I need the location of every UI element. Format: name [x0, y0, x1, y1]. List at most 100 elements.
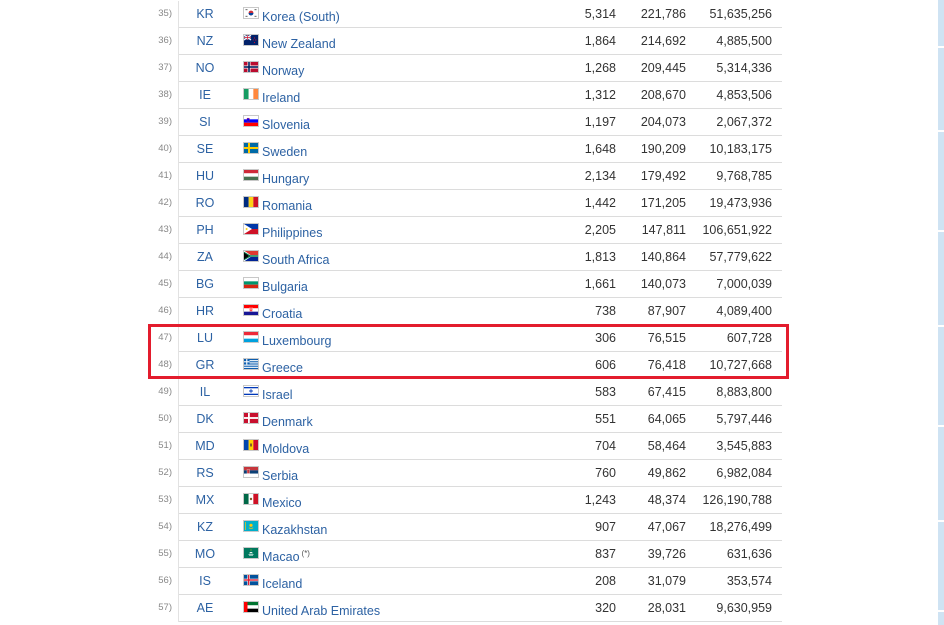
- country-name-link[interactable]: Moldova: [262, 433, 311, 459]
- table-row: 41) HU Hungary 2,134 179,492 9,768,785: [0, 163, 944, 190]
- country-code-link[interactable]: NO: [180, 55, 230, 81]
- column-divider: [178, 541, 179, 568]
- value-col-3: 106,651,922: [702, 223, 772, 237]
- country-name-link[interactable]: Denmark: [262, 406, 315, 432]
- column-divider: [178, 487, 179, 514]
- rank-label: 47): [158, 332, 172, 343]
- country-code-link[interactable]: SE: [180, 136, 230, 162]
- country-code-link[interactable]: HR: [180, 298, 230, 324]
- country-code-link[interactable]: IE: [180, 82, 230, 108]
- country-name-link[interactable]: Iceland: [262, 568, 304, 594]
- country-code-link[interactable]: MD: [180, 433, 230, 459]
- value-col-3: 2,067,372: [716, 115, 772, 129]
- country-name-link[interactable]: Ireland: [262, 82, 302, 108]
- column-divider: [178, 28, 179, 55]
- rank-label: 40): [158, 143, 172, 154]
- value-col-1: 1,813: [584, 250, 616, 264]
- value-col-1: 1,312: [584, 88, 616, 102]
- table-row: 40) SE Sweden 1,648 190,209 10,183,175: [0, 136, 944, 163]
- column-divider: [178, 109, 179, 136]
- country-name-link[interactable]: Israel: [262, 379, 295, 405]
- value-col-2: 31,079: [647, 574, 686, 588]
- rank-label: 53): [158, 494, 172, 505]
- value-col-3: 51,635,256: [709, 7, 772, 21]
- country-name-link[interactable]: Slovenia: [262, 109, 312, 135]
- country-code-link[interactable]: MO: [180, 541, 230, 567]
- table-row: 43) PH Philippines 2,205 147,811 106,651,922: [0, 217, 944, 244]
- country-name-link[interactable]: Hungary: [262, 163, 311, 189]
- mx-flag-icon: [243, 493, 259, 505]
- country-code-link[interactable]: RS: [180, 460, 230, 486]
- value-col-2: 47,067: [647, 520, 686, 534]
- column-divider: [178, 406, 179, 433]
- value-col-2: 214,692: [640, 34, 686, 48]
- country-code-link[interactable]: ZA: [180, 244, 230, 270]
- country-code-link[interactable]: IS: [180, 568, 230, 594]
- country-name-link[interactable]: South Africa: [262, 244, 331, 270]
- scroll-bar-notch: [938, 610, 944, 612]
- country-code-link[interactable]: KZ: [180, 514, 230, 540]
- country-code-link[interactable]: GR: [180, 352, 230, 378]
- country-name-link[interactable]: New Zealand: [262, 28, 338, 54]
- table-row: 35) KR Korea (South) 5,314 221,786 51,635,256: [0, 1, 944, 28]
- table-row: 53) MX Mexico 1,243 48,374 126,190,788: [0, 487, 944, 514]
- value-col-1: 704: [595, 439, 616, 453]
- value-col-1: 2,205: [584, 223, 616, 237]
- country-name-link[interactable]: Romania: [262, 190, 314, 216]
- value-col-3: 57,779,622: [709, 250, 772, 264]
- country-name-link[interactable]: Mexico: [262, 487, 304, 513]
- country-name-link[interactable]: Bulgaria: [262, 271, 310, 297]
- country-name-link[interactable]: Norway: [262, 55, 306, 81]
- column-divider: [178, 433, 179, 460]
- table-row: 38) IE Ireland 1,312 208,670 4,853,506: [0, 82, 944, 109]
- rank-label: 44): [158, 251, 172, 262]
- country-code-link[interactable]: NZ: [180, 28, 230, 54]
- value-col-2: 64,065: [647, 412, 686, 426]
- value-col-1: 1,864: [584, 34, 616, 48]
- value-col-3: 353,574: [726, 574, 772, 588]
- scroll-bar-notch: [938, 230, 944, 232]
- country-code-link[interactable]: HU: [180, 163, 230, 189]
- country-code-link[interactable]: BG: [180, 271, 230, 297]
- country-name-link[interactable]: Philippines: [262, 217, 324, 243]
- kr-flag-icon: [243, 7, 259, 19]
- hu-flag-icon: [243, 169, 259, 181]
- side-scroll-bar[interactable]: [938, 0, 944, 625]
- country-code-link[interactable]: KR: [180, 1, 230, 27]
- country-code-link[interactable]: DK: [180, 406, 230, 432]
- value-col-1: 738: [595, 304, 616, 318]
- value-col-3: 7,000,039: [716, 277, 772, 291]
- table-row: 55) MO Macao (*) 837 39,726 631,636: [0, 541, 944, 568]
- table-row: 39) SI Slovenia 1,197 204,073 2,067,372: [0, 109, 944, 136]
- country-code-link[interactable]: LU: [180, 325, 230, 351]
- table-row: 57) AE United Arab Emirates 320 28,031 9,630,…: [0, 595, 944, 622]
- country-name-link[interactable]: Serbia: [262, 460, 300, 486]
- row-separator: [178, 621, 782, 622]
- value-col-1: 2,134: [584, 169, 616, 183]
- country-name-link[interactable]: Greece: [262, 352, 305, 378]
- country-code-link[interactable]: RO: [180, 190, 230, 216]
- country-code-link[interactable]: MX: [180, 487, 230, 513]
- country-code-link[interactable]: AE: [180, 595, 230, 621]
- country-code-link[interactable]: SI: [180, 109, 230, 135]
- country-name-link[interactable]: Croatia: [262, 298, 304, 324]
- country-name-link[interactable]: Macao (*): [262, 541, 310, 567]
- value-col-2: 49,862: [647, 466, 686, 480]
- value-col-1: 1,197: [584, 115, 616, 129]
- country-name-link[interactable]: Luxembourg: [262, 325, 334, 351]
- table-row: 42) RO Romania 1,442 171,205 19,473,936: [0, 190, 944, 217]
- country-name-link[interactable]: United Arab Emirates: [262, 595, 382, 621]
- dk-flag-icon: [243, 412, 259, 424]
- country-code-link[interactable]: PH: [180, 217, 230, 243]
- value-col-1: 208: [595, 574, 616, 588]
- country-name-link[interactable]: Kazakhstan: [262, 514, 329, 540]
- rank-label: 48): [158, 359, 172, 370]
- table-row: 50) DK Denmark 551 64,065 5,797,446: [0, 406, 944, 433]
- country-name-link[interactable]: Korea (South): [262, 1, 342, 27]
- rank-label: 45): [158, 278, 172, 289]
- country-code-link[interactable]: IL: [180, 379, 230, 405]
- country-name-link[interactable]: Sweden: [262, 136, 309, 162]
- column-divider: [178, 298, 179, 325]
- column-divider: [178, 1, 179, 28]
- value-col-2: 28,031: [647, 601, 686, 615]
